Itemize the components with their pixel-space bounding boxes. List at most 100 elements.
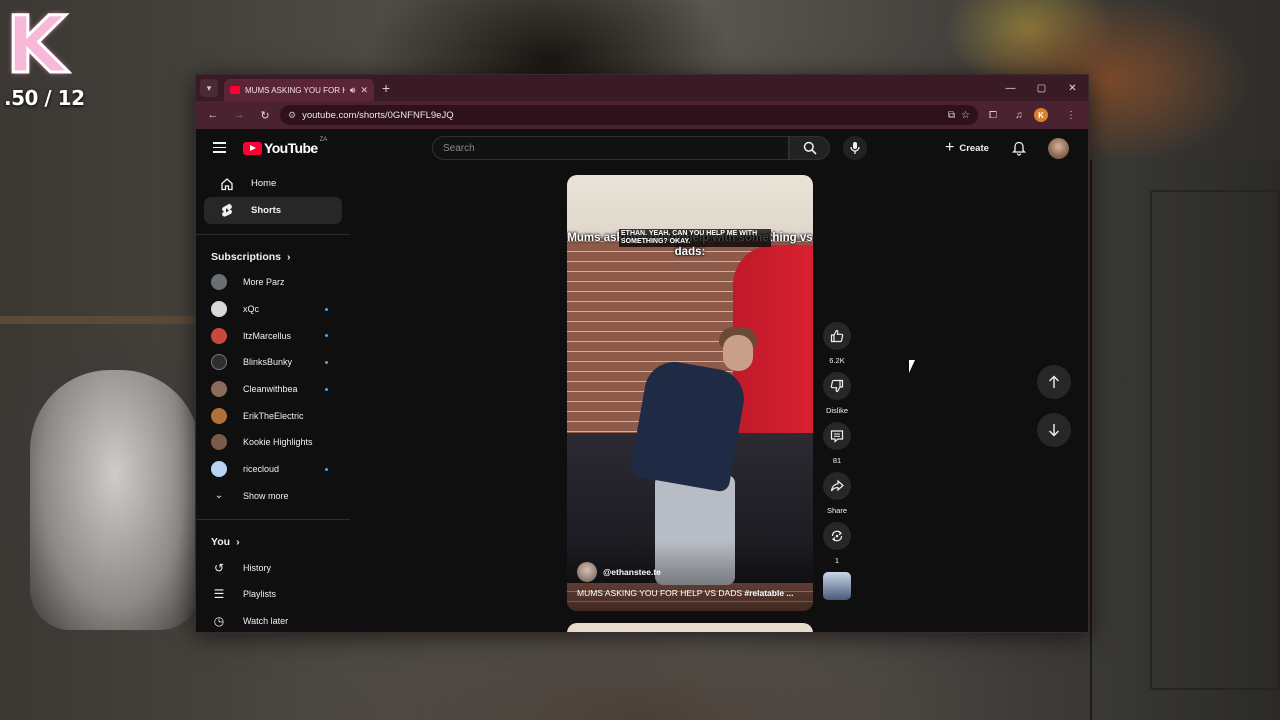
minimize-button[interactable]: — (995, 75, 1026, 101)
browser-menu-icon[interactable]: ⋮ (1060, 110, 1082, 121)
channel-name: ricecloud (243, 464, 280, 475)
background-locker-door (1150, 190, 1280, 690)
next-short-preview[interactable] (567, 623, 813, 632)
remix-button[interactable] (823, 522, 851, 550)
subscription-item[interactable]: BlinksBunky (196, 349, 350, 376)
profile-button[interactable]: K (1034, 108, 1056, 122)
close-tab-icon[interactable]: ✕ (360, 85, 368, 96)
search-button[interactable] (789, 136, 830, 160)
comment-icon (830, 430, 844, 443)
sidebar-item-home[interactable]: Home (204, 170, 342, 197)
subscription-item[interactable]: ItzMarcellus (196, 322, 350, 349)
thumbs-down-icon (830, 379, 844, 393)
subscription-item[interactable]: Kookie Highlights (196, 429, 350, 456)
channel-name: Kookie Highlights (243, 437, 313, 448)
dislike-button[interactable] (823, 372, 851, 400)
tab-search-button[interactable]: ▾ (200, 79, 218, 97)
plus-icon: + (945, 139, 955, 156)
you-header[interactable]: You › (196, 530, 350, 554)
country-code: ZA (319, 137, 328, 143)
channel-avatar (211, 354, 227, 371)
stream-logo-letter: K (5, 1, 68, 91)
remix-action: 1 (822, 522, 852, 566)
channel-handle[interactable]: @ethanstee.te (603, 567, 661, 577)
subscription-item[interactable]: xQc (196, 296, 350, 323)
chevron-right-icon: › (287, 251, 291, 263)
clock-icon: ◷ (213, 613, 225, 628)
tab-title: MUMS ASKING YOU FOR HELP VS DADS (245, 85, 345, 95)
sidebar-item-watch-later[interactable]: ◷ Watch later (196, 608, 350, 632)
remix-icon (831, 530, 843, 542)
address-bar: ← → ↻ ⚙︎ youtube.com/shorts/0GNFNFL9eJQ … (196, 101, 1088, 129)
channel-avatar (211, 407, 227, 424)
create-button[interactable]: + Create (937, 136, 997, 160)
omnibox[interactable]: ⚙︎ youtube.com/shorts/0GNFNFL9eJQ ⧉ ☆ (280, 105, 978, 125)
sidebar-item-playlists[interactable]: ☰ Playlists (196, 581, 350, 608)
comments-action: 81 (822, 422, 852, 466)
bookmark-star-icon[interactable]: ☆ (961, 110, 970, 121)
subscription-item[interactable]: More Parz (196, 269, 350, 296)
channel-avatar[interactable] (577, 562, 597, 582)
sidebar-item-history[interactable]: ↺ History (196, 554, 350, 581)
subscription-item[interactable]: ErikTheElectric (196, 402, 350, 429)
show-more-button[interactable]: ⌄ Show more (196, 483, 350, 510)
youtube-logo[interactable]: YouTube ZA (243, 137, 328, 156)
install-app-icon[interactable]: ⧉ (948, 110, 955, 121)
subscription-item[interactable]: ricecloud (196, 456, 350, 483)
sidebar-item-label: Shorts (251, 205, 282, 216)
browser-tab[interactable]: MUMS ASKING YOU FOR HELP VS DADS 🔊︎ ✕ (224, 79, 374, 101)
close-window-button[interactable]: ✕ (1057, 75, 1088, 101)
sidebar-divider (196, 519, 350, 521)
speaker-icon[interactable]: 🔊︎ (350, 85, 356, 96)
short-channel[interactable]: @ethanstee.te (577, 562, 661, 582)
stream-counter: .50 / 12 (4, 86, 85, 110)
playlists-icon: ☰ (213, 587, 225, 602)
share-button[interactable] (823, 472, 851, 500)
maximize-button[interactable]: ▢ (1026, 75, 1057, 101)
channel-avatar (211, 434, 227, 451)
sidebar-divider (196, 234, 350, 235)
search-input[interactable]: Search (432, 136, 789, 160)
short-hashtag[interactable]: #relatable ... (744, 588, 793, 598)
next-short-button[interactable] (1037, 413, 1071, 447)
hamburger-menu-icon[interactable] (213, 142, 226, 156)
shorts-video-player[interactable]: Mums asking you for help with something … (567, 175, 813, 611)
shorts-navigation (1037, 365, 1071, 461)
extensions-icon[interactable]: ⧠ (982, 110, 1004, 121)
profile-avatar: K (1034, 108, 1048, 122)
sound-action (822, 572, 852, 600)
sound-thumbnail[interactable] (823, 572, 851, 600)
sidebar: Home Shorts Subscriptions › More Parz xQ… (196, 170, 350, 632)
short-description[interactable]: MUMS ASKING YOU FOR HELP VS DADS #relata… (577, 588, 794, 598)
notifications-bell-icon[interactable] (1011, 141, 1027, 161)
remix-count: 1 (834, 556, 840, 565)
share-arrow-icon (830, 479, 844, 492)
sidebar-item-shorts[interactable]: Shorts (204, 197, 342, 224)
new-tab-button[interactable]: + (382, 80, 390, 96)
comments-button[interactable] (823, 422, 851, 450)
channel-name: BlinksBunky (243, 357, 293, 368)
account-avatar[interactable] (1048, 138, 1069, 159)
site-info-icon[interactable]: ⚙︎ (288, 110, 296, 121)
reload-button[interactable]: ↻ (254, 109, 276, 122)
subscriptions-header[interactable]: Subscriptions › (196, 245, 350, 269)
share-action: Share (822, 472, 852, 516)
sidebar-item-label: Playlists (243, 589, 277, 600)
short-actions: 6.2K Dislike 81 Share 1 (822, 322, 852, 606)
background-helmet (30, 370, 200, 630)
previous-short-button[interactable] (1037, 365, 1071, 399)
channel-avatar (211, 274, 227, 291)
like-button[interactable] (823, 322, 851, 350)
channel-name: ItzMarcellus (243, 330, 292, 341)
subscription-item[interactable]: Cleanwithbea (196, 376, 350, 403)
forward-button[interactable]: → (228, 109, 250, 121)
youtube-play-icon (243, 141, 262, 155)
back-button[interactable]: ← (202, 109, 224, 121)
new-content-dot (325, 334, 328, 338)
new-content-dot (325, 387, 328, 391)
url-text[interactable]: youtube.com/shorts/0GNFNFL9eJQ (302, 110, 942, 121)
voice-search-button[interactable] (843, 136, 867, 160)
show-more-label: Show more (243, 490, 289, 501)
stream-logo: K (5, 1, 82, 91)
media-controls-icon[interactable]: ♫ (1008, 110, 1030, 121)
